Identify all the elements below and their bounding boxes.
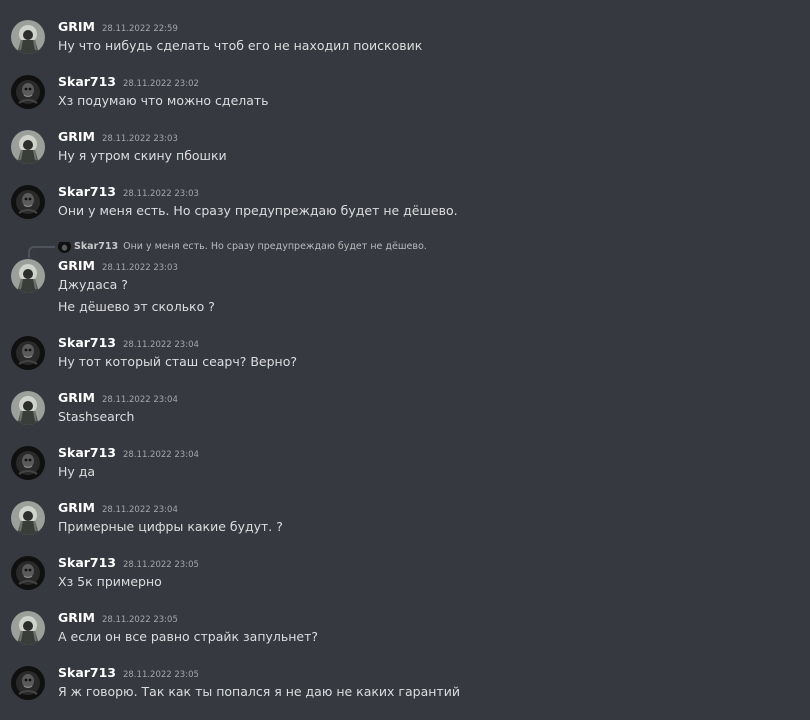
grim-avatar-icon: [11, 611, 45, 645]
avatar[interactable]: [11, 75, 45, 109]
timestamp: 28.11.2022 23:04: [123, 340, 199, 350]
grim-avatar-icon: [11, 501, 45, 535]
skar-avatar-icon: [11, 185, 45, 219]
grim-avatar-icon: [11, 130, 45, 164]
username[interactable]: Skar713: [58, 74, 116, 89]
timestamp: 28.11.2022 23:03: [123, 189, 199, 199]
avatar[interactable]: [11, 185, 45, 219]
message-header: Skar713 28.11.2022 23:04: [58, 335, 199, 353]
avatar[interactable]: [11, 501, 45, 535]
grim-avatar-icon: [11, 391, 45, 425]
message-header: GRIM 28.11.2022 23:04: [58, 390, 178, 408]
message-header: GRIM 28.11.2022 23:05: [58, 610, 178, 628]
message-header: Skar713 28.11.2022 23:02: [58, 74, 199, 92]
message-text: Ну я утром скину пбошки: [58, 148, 227, 163]
message-text: Ну да: [58, 464, 96, 479]
username[interactable]: GRIM: [58, 258, 95, 273]
username[interactable]: GRIM: [58, 390, 95, 405]
grim-avatar-icon: [11, 20, 45, 54]
message-text: Ну тот который сташ сеарч? Верно?: [58, 354, 298, 369]
skar-avatar-icon: [11, 666, 45, 700]
avatar[interactable]: [11, 556, 45, 590]
message-text: Ну что нибудь сделать чтоб его не находи…: [58, 38, 423, 53]
message-text: Джудаса ?: [58, 277, 128, 292]
skar-avatar-icon: [11, 336, 45, 370]
avatar[interactable]: [11, 336, 45, 370]
timestamp: 28.11.2022 23:03: [101, 134, 178, 144]
avatar[interactable]: [11, 20, 45, 54]
avatar[interactable]: [11, 446, 45, 480]
timestamp: 28.11.2022 23:03: [101, 263, 178, 273]
message-text: Я ж говорю. Так как ты попался я не даю …: [58, 684, 460, 699]
reply-avatar: [58, 240, 71, 253]
message-header: Skar713 28.11.2022 23:04: [58, 445, 199, 463]
message-header: GRIM 28.11.2022 22:59: [58, 19, 178, 37]
username[interactable]: Skar713: [58, 555, 116, 570]
message-header: GRIM 28.11.2022 23:03: [58, 258, 178, 276]
skar-avatar-icon: [11, 446, 45, 480]
reply-reference[interactable]: Skar713 Они у меня есть. Но сразу предуп…: [28, 238, 427, 258]
timestamp: 28.11.2022 23:05: [123, 670, 199, 680]
avatar[interactable]: [11, 611, 45, 645]
skar-avatar-icon: [11, 75, 45, 109]
reply-spine: [28, 246, 55, 258]
username[interactable]: Skar713: [58, 184, 116, 199]
avatar[interactable]: [11, 259, 45, 293]
username[interactable]: Skar713: [58, 335, 116, 350]
reply-username: Skar713: [74, 240, 119, 252]
skar-avatar-icon: [11, 556, 45, 590]
timestamp: 28.11.2022 23:04: [101, 505, 178, 515]
avatar[interactable]: [11, 666, 45, 700]
message-text: Примерные цифры какие будут. ?: [58, 519, 283, 534]
reply-text: Они у меня есть. Но сразу предупреждаю б…: [123, 240, 427, 252]
username[interactable]: GRIM: [58, 610, 95, 625]
avatar[interactable]: [11, 391, 45, 425]
timestamp: 28.11.2022 23:05: [123, 560, 199, 570]
message-text: Они у меня есть. Но сразу предупреждаю б…: [58, 203, 458, 218]
timestamp: 28.11.2022 23:04: [101, 395, 178, 405]
timestamp: 28.11.2022 23:02: [123, 79, 199, 89]
chat-log: GRIM 28.11.2022 22:59 Ну что нибудь сдел…: [0, 0, 810, 720]
message-text: Не дёшево эт сколько ?: [58, 299, 215, 314]
message-header: Skar713 28.11.2022 23:03: [58, 184, 199, 202]
username[interactable]: GRIM: [58, 500, 95, 515]
message-header: GRIM 28.11.2022 23:03: [58, 129, 178, 147]
message-header: Skar713 28.11.2022 23:05: [58, 555, 199, 573]
message-text: Хз 5к примерно: [58, 574, 162, 589]
timestamp: 28.11.2022 23:04: [123, 450, 199, 460]
message-header: Skar713 28.11.2022 23:05: [58, 665, 199, 683]
grim-avatar-icon: [11, 259, 45, 293]
avatar[interactable]: [11, 130, 45, 164]
message-text: Хз подумаю что можно сделать: [58, 93, 269, 108]
username[interactable]: GRIM: [58, 19, 95, 34]
message-header: GRIM 28.11.2022 23:04: [58, 500, 178, 518]
skar-avatar-icon: [58, 241, 71, 253]
timestamp: 28.11.2022 23:05: [101, 615, 178, 625]
username[interactable]: GRIM: [58, 129, 95, 144]
username[interactable]: Skar713: [58, 445, 116, 460]
username[interactable]: Skar713: [58, 665, 116, 680]
timestamp: 28.11.2022 22:59: [101, 24, 178, 34]
message-text: Stashsearch: [58, 409, 135, 424]
message-text: А если он все равно страйк запульнет?: [58, 629, 319, 644]
